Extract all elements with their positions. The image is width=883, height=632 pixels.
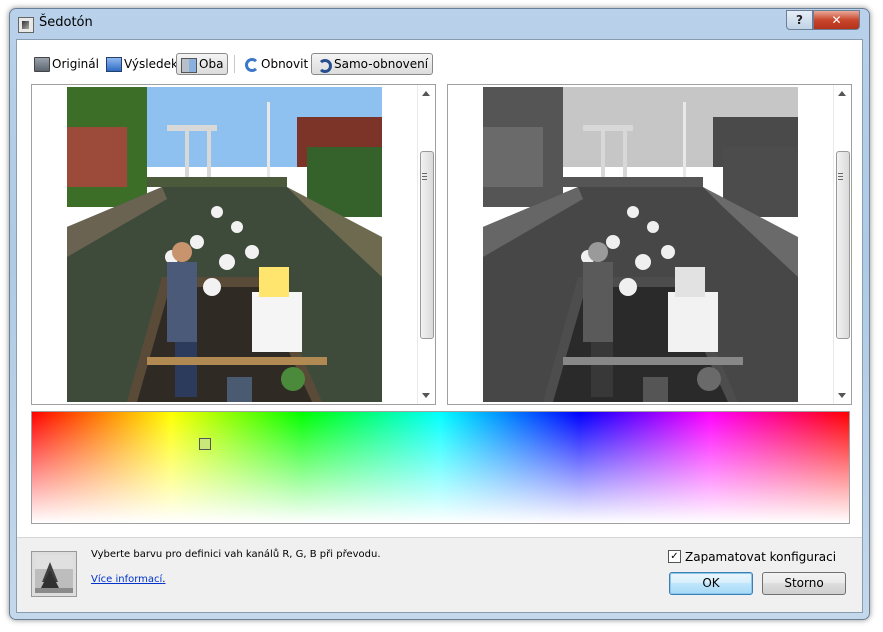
dialog-window: Šedotón ? ✕ Originál Výsledek Oba Obnovi… bbox=[9, 8, 870, 620]
scroll-up-arrow-icon[interactable] bbox=[838, 91, 846, 96]
toolbar-separator bbox=[234, 55, 235, 73]
color-selection-marker[interactable] bbox=[199, 438, 211, 450]
split-view-icon bbox=[181, 58, 197, 73]
help-button[interactable]: ? bbox=[786, 10, 813, 30]
more-info-suffix: . bbox=[162, 574, 166, 585]
color-spectrum-picker[interactable] bbox=[31, 411, 850, 524]
cancel-button[interactable]: Storno bbox=[762, 572, 846, 595]
result-view-button[interactable]: Výsledek bbox=[102, 53, 182, 75]
result-scrollbar[interactable] bbox=[833, 85, 851, 404]
window-title: Šedotón bbox=[39, 15, 93, 30]
both-label: Oba bbox=[199, 57, 224, 71]
original-view-button[interactable]: Originál bbox=[30, 53, 103, 75]
plugin-preview-thumbnail bbox=[31, 551, 77, 597]
more-info-line: Více informací. bbox=[91, 574, 165, 585]
auto-refresh-icon bbox=[318, 59, 332, 73]
scroll-grip-icon bbox=[838, 173, 843, 180]
original-photo bbox=[67, 87, 382, 402]
result-preview-pane[interactable] bbox=[447, 84, 852, 405]
original-preview-pane[interactable] bbox=[31, 84, 436, 405]
checkbox-check-icon: ✓ bbox=[670, 551, 679, 562]
refresh-button[interactable]: Obnovit bbox=[239, 53, 312, 75]
remember-config-label: Zapamatovat konfiguraci bbox=[685, 550, 837, 564]
scroll-down-arrow-icon[interactable] bbox=[422, 393, 430, 398]
result-label: Výsledek bbox=[124, 57, 178, 71]
scroll-down-arrow-icon[interactable] bbox=[838, 393, 846, 398]
original-label: Originál bbox=[52, 57, 99, 71]
app-icon bbox=[18, 17, 34, 33]
title-bar[interactable]: Šedotón ? ✕ bbox=[10, 9, 869, 37]
original-scrollbar[interactable] bbox=[417, 85, 435, 404]
description-text: Vyberte barvu pro definici vah kanálů R,… bbox=[91, 549, 381, 560]
more-info-link[interactable]: Více informací bbox=[91, 574, 162, 585]
result-photo bbox=[483, 87, 798, 402]
scroll-grip-icon bbox=[422, 173, 427, 180]
both-view-button[interactable]: Oba bbox=[176, 53, 229, 75]
dialog-footer: Vyberte barvu pro definici vah kanálů R,… bbox=[17, 538, 862, 612]
remember-config-checkbox[interactable]: ✓ bbox=[668, 550, 681, 563]
auto-refresh-label: Samo-obnovení bbox=[334, 57, 429, 71]
auto-refresh-button[interactable]: Samo-obnovení bbox=[311, 53, 434, 75]
scroll-up-arrow-icon[interactable] bbox=[422, 91, 430, 96]
refresh-label: Obnovit bbox=[261, 57, 309, 71]
close-button[interactable]: ✕ bbox=[813, 10, 860, 30]
monitor-icon bbox=[34, 57, 50, 72]
refresh-icon bbox=[245, 58, 259, 72]
ok-button[interactable]: OK bbox=[669, 572, 753, 595]
monitor-blue-icon bbox=[106, 57, 122, 72]
dialog-client: Originál Výsledek Oba Obnovit Samo-obnov… bbox=[16, 39, 863, 613]
